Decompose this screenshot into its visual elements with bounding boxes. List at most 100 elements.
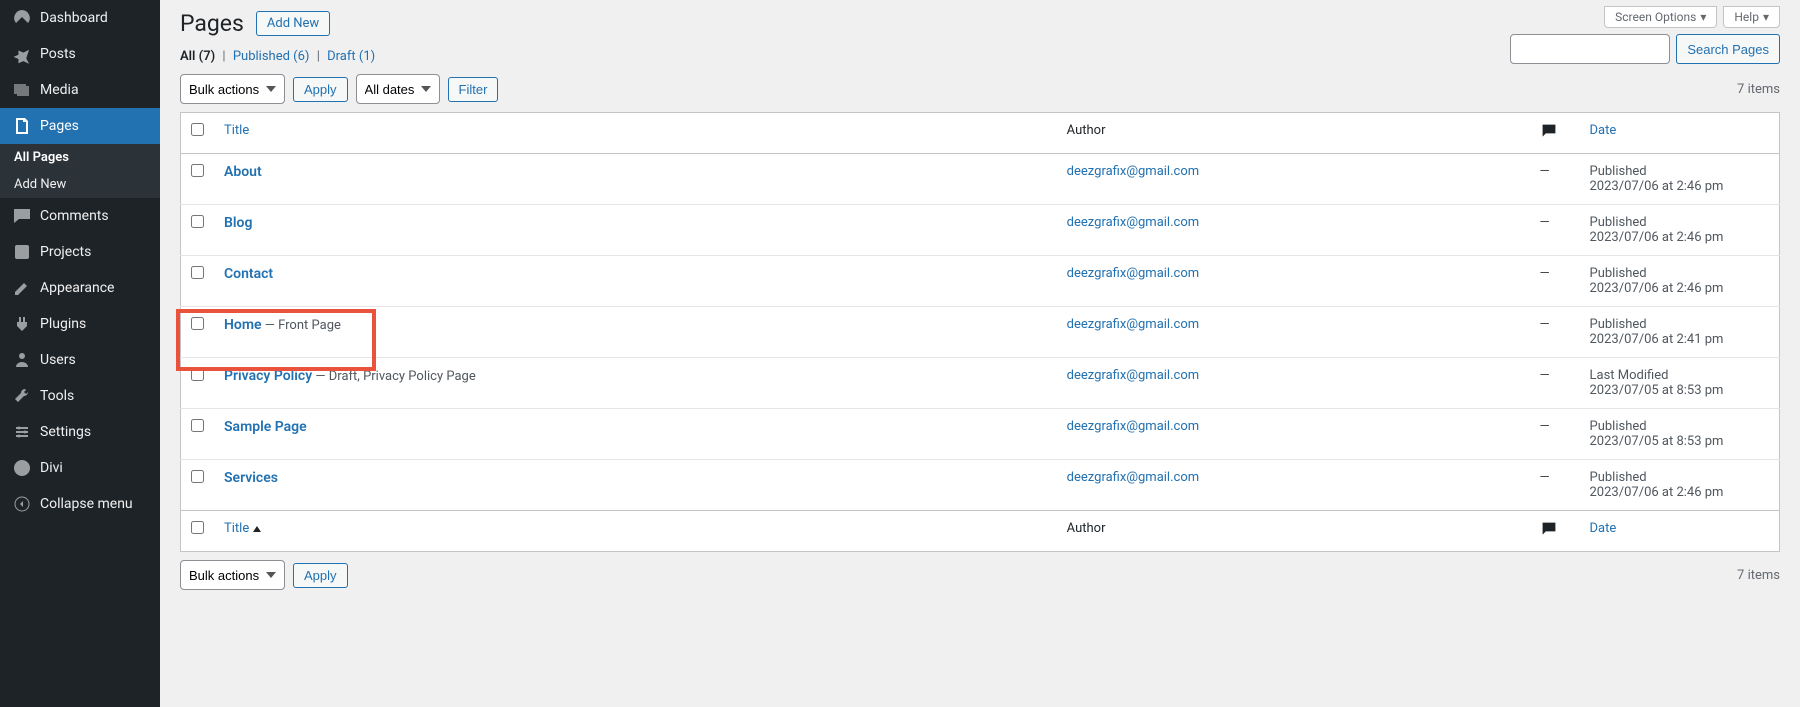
sidebar-item-dashboard[interactable]: Dashboard [0, 0, 160, 36]
page-title: Pages [180, 10, 244, 37]
filter-button[interactable]: Filter [448, 77, 499, 102]
select-all-top[interactable] [191, 123, 204, 136]
sidebar-item-plugins[interactable]: Plugins [0, 306, 160, 342]
date-value: 2023/07/06 at 2:46 pm [1590, 281, 1724, 296]
author-link[interactable]: deezgrafix@gmail.com [1067, 368, 1199, 383]
author-link[interactable]: deezgrafix@gmail.com [1067, 317, 1199, 332]
column-date-footer[interactable]: Date [1580, 511, 1780, 552]
column-author-header: Author [1057, 113, 1530, 154]
date-value: 2023/07/05 at 8:53 pm [1590, 434, 1724, 449]
sidebar-item-label: Settings [40, 424, 91, 440]
author-link[interactable]: deezgrafix@gmail.com [1067, 215, 1199, 230]
collapse-icon [12, 494, 32, 514]
sidebar-item-posts[interactable]: Posts [0, 36, 160, 72]
row-checkbox[interactable] [191, 317, 204, 330]
comment-icon [1540, 123, 1558, 139]
tools-icon [12, 386, 32, 406]
appearance-icon [12, 278, 32, 298]
author-link[interactable]: deezgrafix@gmail.com [1067, 470, 1199, 485]
date-status: Published [1590, 317, 1647, 332]
page-title-link[interactable]: Sample Page [224, 419, 307, 435]
sidebar-item-settings[interactable]: Settings [0, 414, 160, 450]
bulk-actions-select-bottom[interactable]: Bulk actions [180, 560, 285, 590]
table-row: Services deezgrafix@gmail.com — Published20… [181, 460, 1780, 511]
comments-cell: — [1530, 256, 1580, 307]
row-checkbox[interactable] [191, 419, 204, 432]
apply-button-bottom[interactable]: Apply [293, 563, 348, 588]
sidebar-sub-add-new[interactable]: Add New [0, 171, 160, 198]
sidebar-item-divi[interactable]: Divi [0, 450, 160, 486]
table-row: Blogdeezgrafix@gmail.com—Published2023/0… [181, 205, 1780, 256]
apply-button-top[interactable]: Apply [293, 77, 348, 102]
date-filter-select[interactable]: All dates [356, 74, 440, 104]
screen-options-button[interactable]: Screen Options ▾ [1604, 6, 1717, 28]
sidebar-item-label: Divi [40, 460, 63, 476]
sort-ascending-icon [253, 526, 261, 532]
date-status: Published [1590, 215, 1647, 230]
add-new-button[interactable]: Add New [256, 11, 330, 36]
sidebar-item-media[interactable]: Media [0, 72, 160, 108]
search-pages-button[interactable]: Search Pages [1676, 34, 1780, 64]
search-input[interactable] [1510, 34, 1670, 64]
filter-published[interactable]: Published (6) [233, 49, 310, 64]
column-comments-footer[interactable] [1530, 511, 1580, 552]
bulk-actions-select-top[interactable]: Bulk actions [180, 74, 285, 104]
sidebar-item-label: Plugins [40, 316, 86, 332]
page-title-link[interactable]: Contact [224, 266, 273, 282]
column-comments-header[interactable] [1530, 113, 1580, 154]
author-link[interactable]: deezgrafix@gmail.com [1067, 419, 1199, 434]
divi-icon [12, 458, 32, 478]
help-button[interactable]: Help ▾ [1723, 6, 1780, 28]
filter-draft[interactable]: Draft (1) [327, 49, 375, 64]
items-count-bottom: 7 items [1737, 568, 1780, 583]
sidebar-item-appearance[interactable]: Appearance [0, 270, 160, 306]
date-value: 2023/07/06 at 2:41 pm [1590, 332, 1724, 347]
row-checkbox[interactable] [191, 470, 204, 483]
column-title-footer[interactable]: Title [214, 511, 1057, 552]
sidebar-item-tools[interactable]: Tools [0, 378, 160, 414]
row-checkbox[interactable] [191, 215, 204, 228]
page-title-link[interactable]: Privacy Policy [224, 368, 312, 384]
comments-cell: — [1530, 460, 1580, 511]
sidebar-item-label: Pages [40, 118, 79, 134]
select-all-bottom[interactable] [191, 521, 204, 534]
comments-cell: — [1530, 154, 1580, 205]
sidebar-item-pages[interactable]: Pages [0, 108, 160, 144]
sidebar-item-users[interactable]: Users [0, 342, 160, 378]
column-date-header[interactable]: Date [1580, 113, 1780, 154]
comment-icon [12, 206, 32, 226]
admin-sidebar: DashboardPostsMedia Pages All PagesAdd New… [0, 0, 160, 707]
date-status: Published [1590, 470, 1647, 485]
date-value: 2023/07/06 at 2:46 pm [1590, 485, 1724, 500]
plugin-icon [12, 314, 32, 334]
table-row: Privacy Policy — Draft, Privacy Policy P… [181, 358, 1780, 409]
filter-all[interactable]: All (7) [180, 49, 215, 64]
sidebar-item-label: Tools [40, 388, 74, 404]
row-checkbox[interactable] [191, 368, 204, 381]
date-status: Published [1590, 419, 1647, 434]
row-checkbox[interactable] [191, 266, 204, 279]
sidebar-item-projects[interactable]: Projects [0, 234, 160, 270]
page-title-link[interactable]: Services [224, 470, 278, 486]
pin-icon [12, 44, 32, 64]
column-title-header[interactable]: Title [214, 113, 1057, 154]
sidebar-item-collapse-menu[interactable]: Collapse menu [0, 486, 160, 522]
user-icon [12, 350, 32, 370]
row-checkbox[interactable] [191, 164, 204, 177]
comment-icon [1540, 521, 1558, 537]
author-link[interactable]: deezgrafix@gmail.com [1067, 164, 1199, 179]
author-link[interactable]: deezgrafix@gmail.com [1067, 266, 1199, 281]
sidebar-item-label: Comments [40, 208, 109, 224]
comments-cell: — [1530, 358, 1580, 409]
sidebar-item-comments[interactable]: Comments [0, 198, 160, 234]
caret-down-icon: ▾ [1700, 10, 1706, 24]
page-title-link[interactable]: Home [224, 317, 262, 333]
date-status: Published [1590, 266, 1647, 281]
page-title-link[interactable]: Blog [224, 215, 252, 231]
table-row: Aboutdeezgrafix@gmail.com—Published2023/… [181, 154, 1780, 205]
page-title-link[interactable]: About [224, 164, 262, 180]
date-value: 2023/07/06 at 2:46 pm [1590, 230, 1724, 245]
table-row: Sample Pagedeezgrafix@gmail.com—Publishe… [181, 409, 1780, 460]
date-status: Published [1590, 164, 1647, 179]
sidebar-sub-all-pages[interactable]: All Pages [0, 144, 160, 171]
